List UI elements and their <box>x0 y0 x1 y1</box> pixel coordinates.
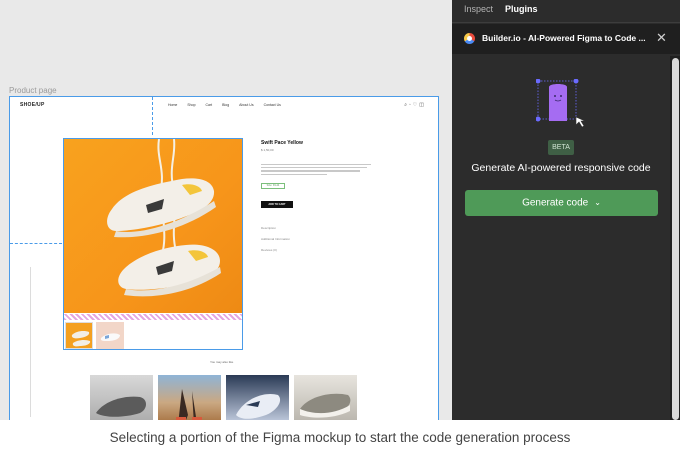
beta-badge: BETA <box>548 140 574 155</box>
figma-canvas[interactable]: Product page SHOE/UP Home Shop Cart Blog… <box>0 0 452 420</box>
product-page-frame[interactable]: SHOE/UP Home Shop Cart Blog About Us Con… <box>9 96 439 420</box>
search-icon: ⌕ <box>404 102 407 108</box>
plugin-title: Builder.io - AI-Powered Figma to Code ..… <box>482 33 646 43</box>
cart-icon: ◫ <box>419 102 424 108</box>
plugin-headline: Generate AI-powered responsive code <box>471 162 651 174</box>
tab-inspect[interactable]: Inspect <box>464 4 493 14</box>
site-logo: SHOE/UP <box>20 102 45 108</box>
tab-plugins[interactable]: Plugins <box>505 4 538 14</box>
meta-link: Additional Information <box>261 237 291 241</box>
user-icon: ◦ <box>409 102 411 108</box>
figure-caption: Selecting a portion of the Figma mockup … <box>109 430 571 445</box>
mascot-icon <box>535 78 586 128</box>
thumbnail-image <box>65 322 93 349</box>
site-nav-item: Blog <box>222 103 230 107</box>
size-selector: Size: 39-44 <box>261 183 285 189</box>
shoe-hero-image <box>64 139 242 313</box>
layout-guide-vertical <box>152 97 153 135</box>
related-product-image <box>294 375 357 420</box>
generate-code-button[interactable]: Generate code ⌄ <box>465 190 658 216</box>
add-to-cart-button: ADD TO CART <box>261 201 293 208</box>
site-nav-item: Cart <box>205 103 213 107</box>
panel-tabs: Inspect Plugins <box>452 0 680 23</box>
site-nav-item: Home <box>168 103 178 107</box>
product-price: $ 1,50,00 <box>261 148 274 152</box>
related-product-image <box>158 375 221 420</box>
related-heading: You may also like <box>210 360 234 364</box>
plugin-header: Builder.io - AI-Powered Figma to Code ..… <box>452 24 680 54</box>
chevron-down-icon: ⌄ <box>594 198 601 207</box>
generate-code-label: Generate code <box>522 197 589 209</box>
sneakers-illustration <box>107 139 221 297</box>
hatch-strip <box>64 314 242 320</box>
product-description-lines <box>261 164 371 176</box>
site-nav: Home Shop Cart Blog About Us Contact Us <box>168 103 281 107</box>
frame-label[interactable]: Product page <box>9 86 57 95</box>
related-product-image <box>90 375 153 420</box>
site-nav-item: About Us <box>239 103 254 107</box>
site-header-icons: ⌕ ◦ ♡ ◫ <box>404 102 424 108</box>
thumbnail-image <box>96 322 124 349</box>
scrollbar-thumb[interactable] <box>672 58 679 420</box>
layout-guide-horizontal <box>10 243 62 244</box>
meta-link: Description <box>261 226 277 230</box>
site-nav-item: Contact Us <box>263 103 281 107</box>
product-name: Swift Pace Yellow <box>261 140 303 146</box>
heart-icon: ♡ <box>412 102 418 108</box>
site-nav-item: Shop <box>187 103 196 107</box>
selected-hero-group[interactable] <box>63 138 243 350</box>
meta-link: Reviews (0) <box>261 248 277 252</box>
related-product-image <box>226 375 289 420</box>
close-icon[interactable]: ✕ <box>656 30 667 46</box>
layout-guide-left <box>30 267 31 417</box>
builder-logo-icon <box>464 33 475 44</box>
